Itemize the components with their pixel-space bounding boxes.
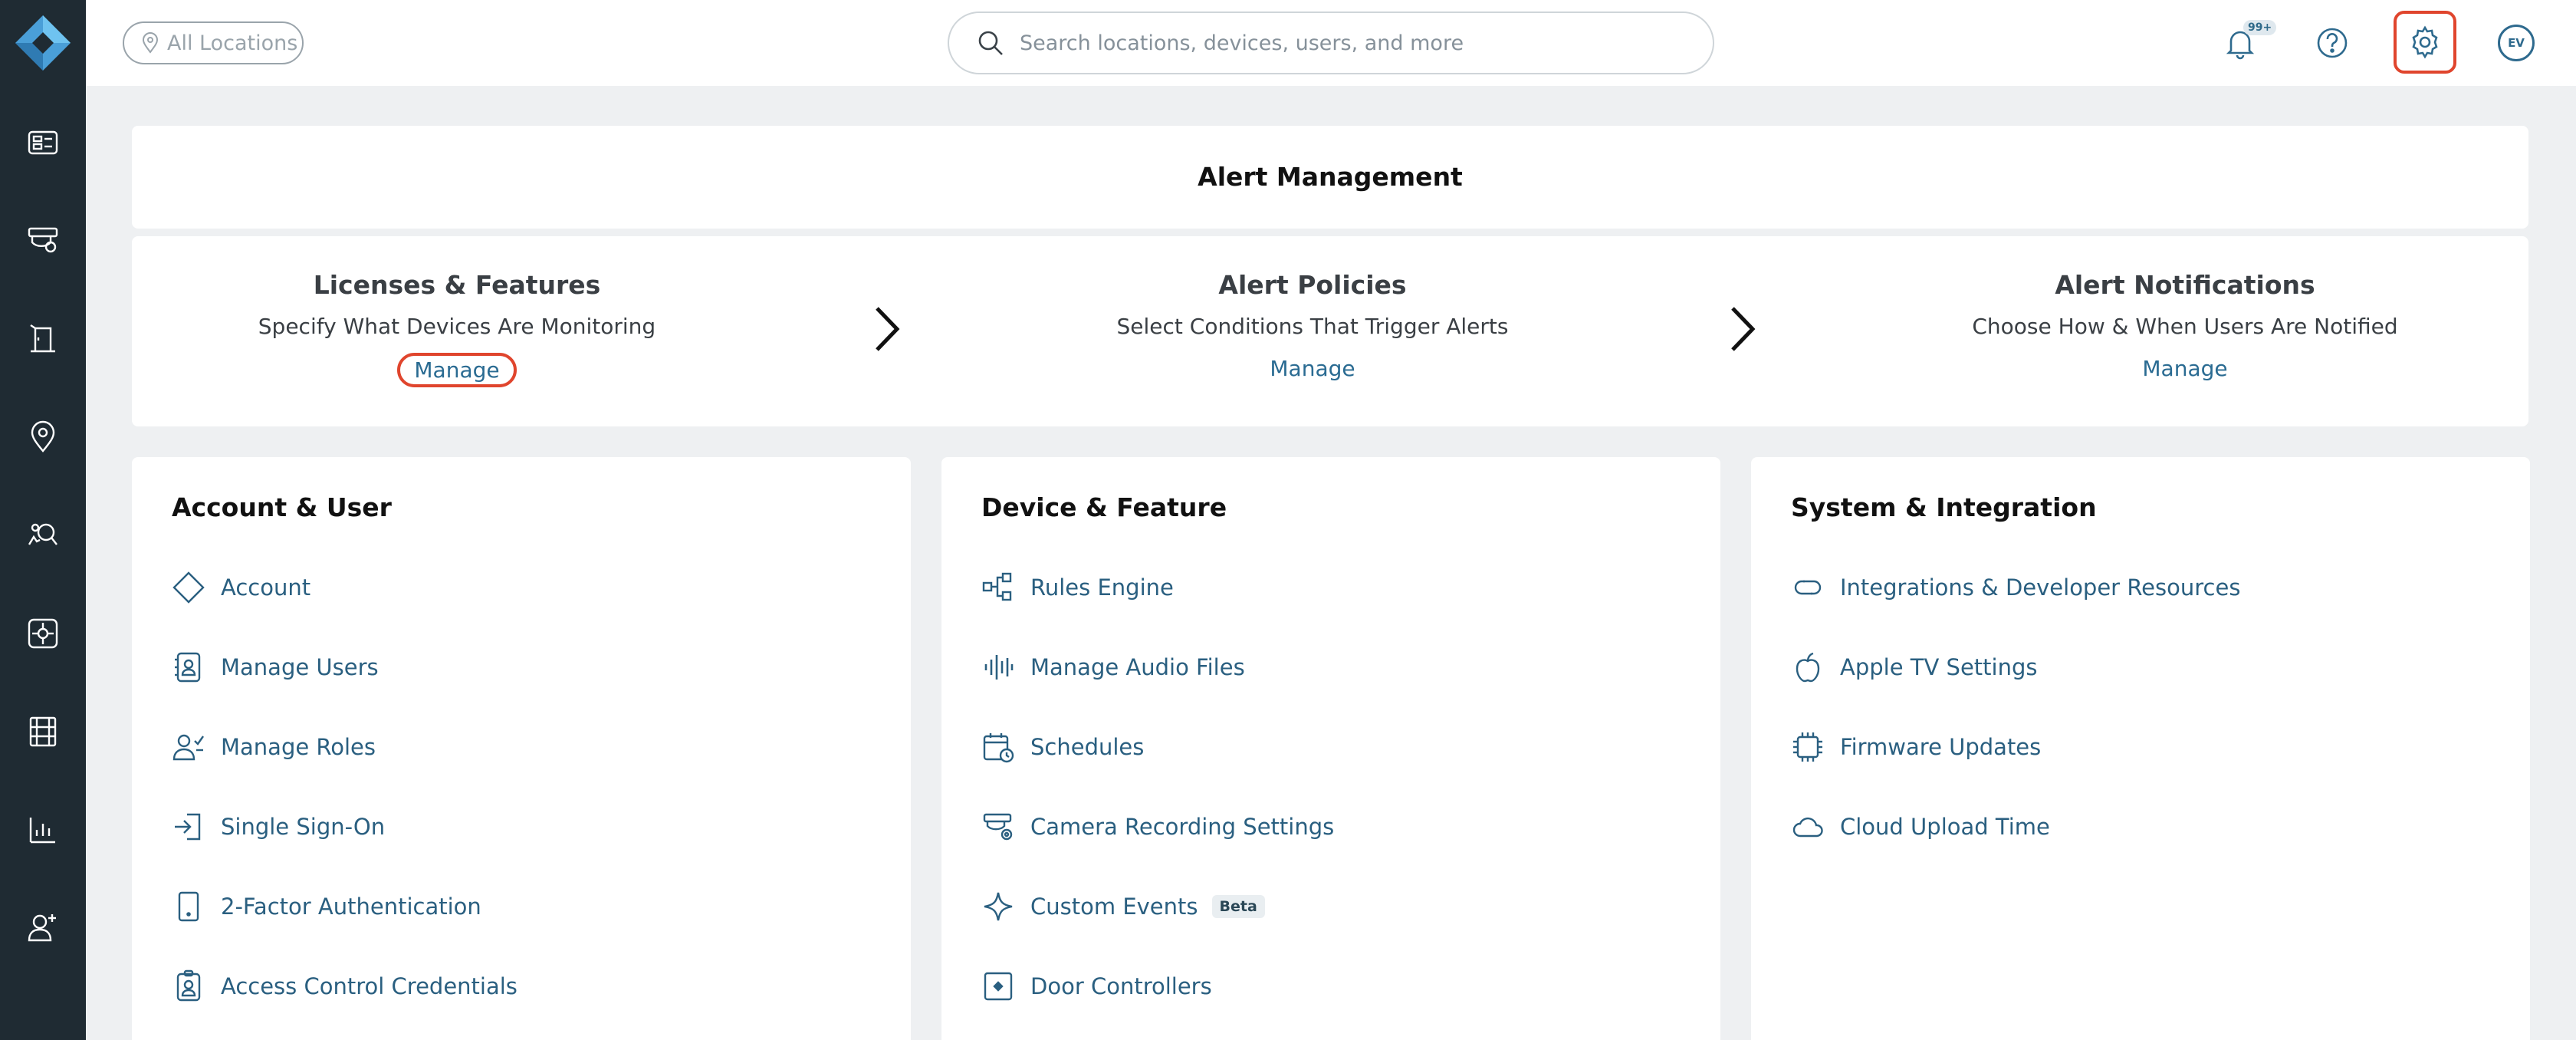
camera-icon[interactable]	[21, 219, 64, 262]
notification-badge: 99+	[2243, 20, 2277, 35]
analytics-icon[interactable]	[21, 808, 64, 851]
manage-users-link[interactable]: Manage Users	[172, 646, 379, 689]
location-pin-icon	[142, 32, 159, 54]
step-title: Licenses & Features	[313, 270, 601, 300]
chevron-right-icon	[868, 302, 906, 356]
door-icon[interactable]	[21, 318, 64, 360]
step-description: Select Conditions That Trigger Alerts	[1116, 314, 1509, 339]
two-factor-auth-link[interactable]: 2-Factor Authentication	[172, 885, 481, 928]
page-title: Alert Management	[1198, 162, 1463, 192]
user-roles-icon	[172, 734, 204, 761]
calendar-clock-icon	[983, 733, 1014, 763]
item-label: Integrations & Developer Resources	[1840, 574, 2241, 601]
chip-icon	[1793, 732, 1822, 762]
alert-management-header: Alert Management	[132, 126, 2528, 229]
camera-settings-icon	[983, 813, 1013, 841]
item-label: Firmware Updates	[1840, 734, 2042, 760]
help-icon	[2317, 28, 2348, 58]
search-input[interactable]	[1020, 31, 1679, 55]
door-controller-icon	[984, 972, 1013, 1001]
item-label: Apple TV Settings	[1840, 654, 2038, 680]
item-label: Schedules	[1030, 734, 1145, 760]
badge-icon	[176, 969, 201, 1002]
step-alert-notifications: Alert Notifications Choose How & When Us…	[1917, 270, 2453, 384]
item-label: Custom Events	[1030, 894, 1198, 920]
audio-wave-icon	[984, 655, 1014, 680]
sign-in-icon	[175, 813, 201, 841]
camera-recording-settings-link[interactable]: Camera Recording Settings	[981, 805, 1334, 848]
device-feature-card: Device & Feature Rules Engine Manage Aud…	[941, 457, 1720, 1040]
manage-roles-link[interactable]: Manage Roles	[172, 726, 376, 768]
item-label: Single Sign-On	[221, 814, 386, 840]
section-title: Account & User	[172, 492, 392, 522]
item-label: Camera Recording Settings	[1030, 814, 1335, 840]
section-title: Device & Feature	[981, 492, 1227, 522]
apple-tv-settings-link[interactable]: Apple TV Settings	[1791, 646, 2038, 689]
step-title: Alert Notifications	[2055, 270, 2315, 300]
system-integration-card: System & Integration Integrations & Deve…	[1751, 457, 2530, 1040]
app-logo[interactable]	[14, 14, 72, 72]
apple-icon	[1796, 652, 1820, 683]
section-title: System & Integration	[1791, 492, 2097, 522]
help-button[interactable]	[2308, 18, 2357, 67]
door-controllers-link[interactable]: Door Controllers	[981, 965, 1212, 1008]
firmware-updates-link[interactable]: Firmware Updates	[1791, 726, 2041, 768]
item-label: Cloud Upload Time	[1840, 814, 2050, 840]
top-bar: All Locations 99+ EV	[86, 0, 2576, 86]
access-control-icon[interactable]	[21, 612, 64, 655]
people-search-icon[interactable]	[21, 514, 64, 557]
account-link[interactable]: Account	[172, 566, 310, 609]
link-chain-icon	[1794, 580, 1822, 595]
manage-notifications-link[interactable]: Manage	[2127, 353, 2242, 384]
phone-icon	[178, 891, 199, 922]
item-label: Account	[221, 574, 311, 601]
location-label: All Locations	[167, 31, 298, 55]
integrations-link[interactable]: Integrations & Developer Resources	[1791, 566, 2240, 609]
manage-licenses-link[interactable]: Manage	[397, 353, 517, 387]
step-description: Choose How & When Users Are Notified	[1972, 314, 2398, 339]
item-label: Rules Engine	[1030, 574, 1174, 601]
step-licenses-features: Licenses & Features Specify What Devices…	[189, 270, 725, 387]
add-user-icon[interactable]	[21, 907, 64, 949]
step-alert-policies: Alert Policies Select Conditions That Tr…	[1044, 270, 1581, 384]
location-selector[interactable]: All Locations	[123, 21, 304, 64]
cloud-upload-time-link[interactable]: Cloud Upload Time	[1791, 805, 2050, 848]
account-user-card: Account & User Account Manage Users Mana…	[132, 457, 911, 1040]
flow-icon	[982, 572, 1012, 601]
step-title: Alert Policies	[1218, 270, 1407, 300]
schedules-link[interactable]: Schedules	[981, 726, 1144, 768]
diamond-icon	[172, 571, 205, 604]
sidebar	[0, 0, 86, 1040]
notifications-button[interactable]: 99+	[2216, 18, 2277, 67]
user-card-icon	[175, 652, 201, 683]
item-label: 2-Factor Authentication	[221, 894, 481, 920]
sparkle-icon	[984, 892, 1013, 921]
settings-button[interactable]	[2394, 11, 2456, 74]
video-archive-icon[interactable]	[21, 710, 64, 753]
item-label: Manage Roles	[221, 734, 376, 760]
manage-policies-link[interactable]: Manage	[1254, 353, 1370, 384]
item-label: Manage Users	[221, 654, 379, 680]
search-bar[interactable]	[948, 12, 1714, 74]
step-description: Specify What Devices Are Monitoring	[258, 314, 656, 339]
single-sign-on-link[interactable]: Single Sign-On	[172, 805, 385, 848]
dashboard-icon[interactable]	[21, 121, 64, 164]
access-control-credentials-link[interactable]: Access Control Credentials	[172, 965, 518, 1008]
custom-events-link[interactable]: Custom Events Beta	[981, 885, 1265, 928]
cloud-icon	[1792, 817, 1823, 838]
item-label: Door Controllers	[1030, 973, 1212, 999]
item-label: Manage Audio Files	[1030, 654, 1245, 680]
rules-engine-link[interactable]: Rules Engine	[981, 566, 1174, 609]
location-pin-icon[interactable]	[21, 416, 64, 459]
search-icon	[978, 31, 1003, 55]
item-label: Access Control Credentials	[221, 973, 518, 999]
user-avatar[interactable]: EV	[2498, 25, 2535, 61]
beta-badge: Beta	[1211, 895, 1265, 918]
alert-steps-card: Licenses & Features Specify What Devices…	[132, 236, 2528, 426]
chevron-right-icon	[1723, 302, 1762, 356]
manage-audio-files-link[interactable]: Manage Audio Files	[981, 646, 1245, 689]
gear-icon	[2412, 25, 2438, 59]
